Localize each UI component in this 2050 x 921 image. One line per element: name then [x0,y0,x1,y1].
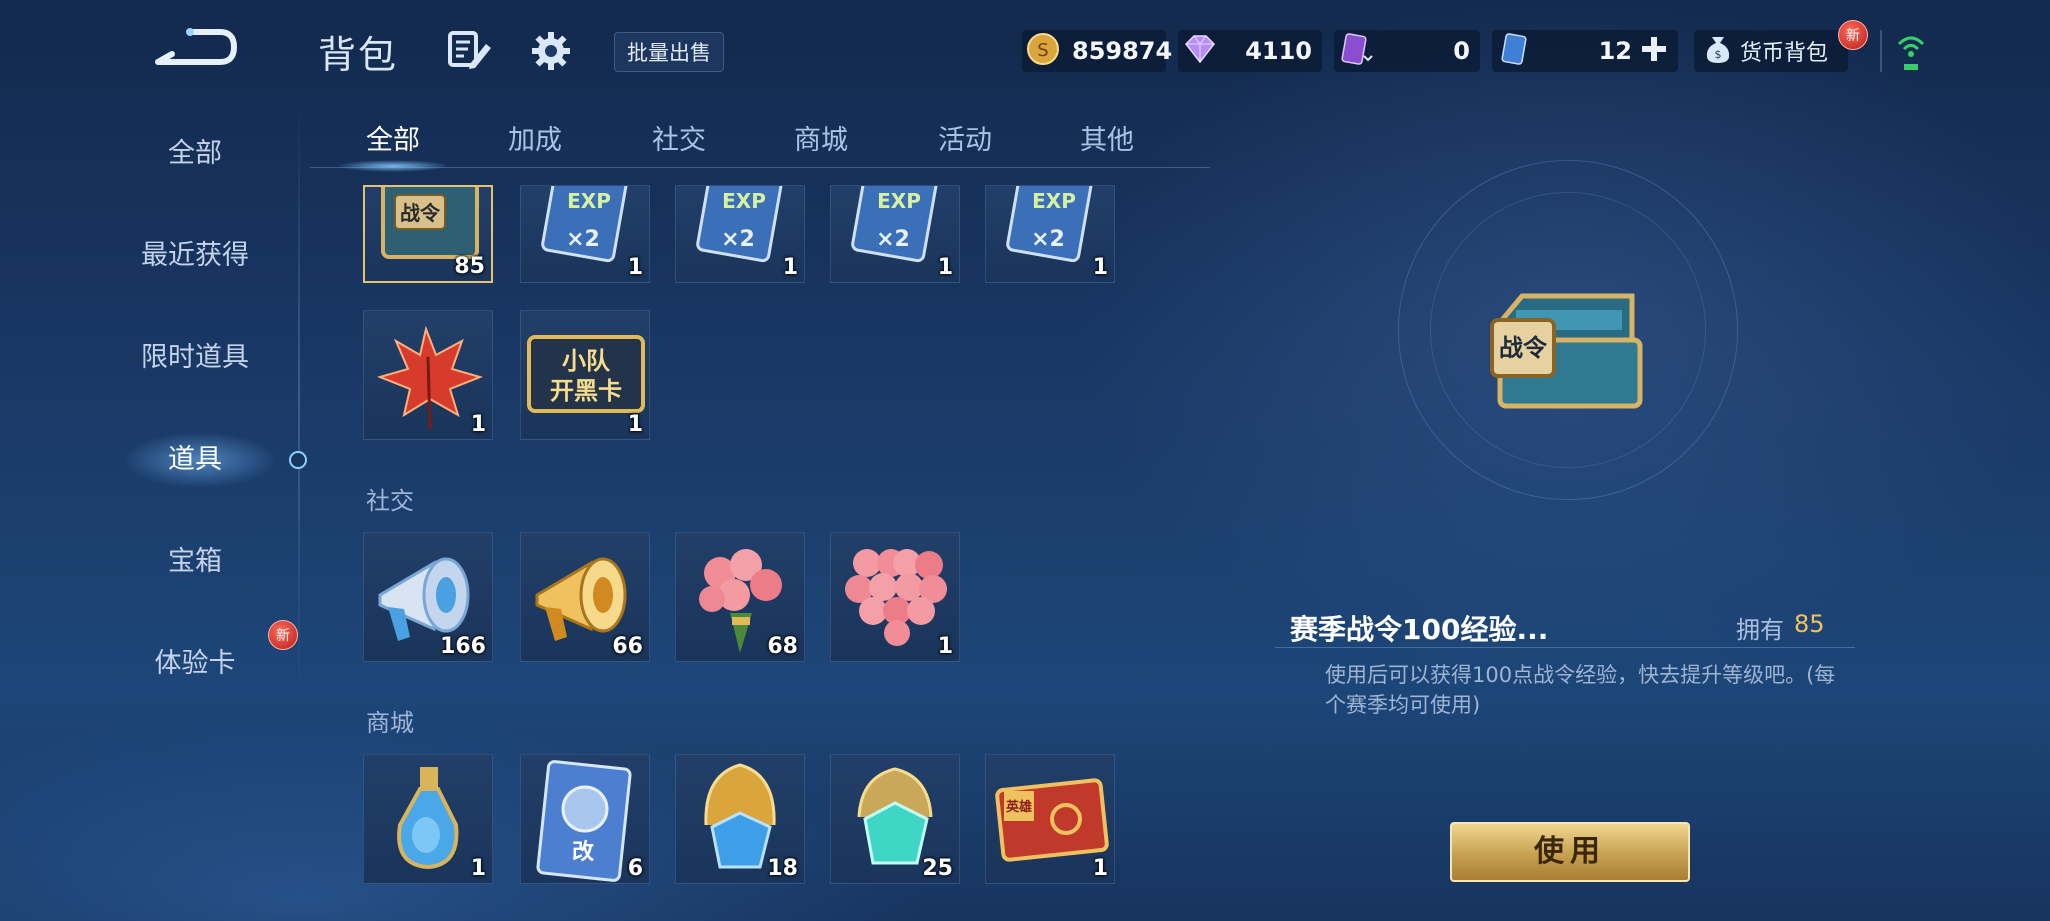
blue-card-balance: 12 [1492,30,1678,72]
wallet-new-badge: 新 [1838,20,1868,50]
purple-card-balance: 0 [1334,30,1480,72]
svg-text:英雄: 英雄 [1005,799,1032,815]
item-count: 1 [937,255,953,280]
gear-icon[interactable] [530,30,572,72]
sidebar-item-props[interactable]: 道具 [100,430,290,490]
owned-label: 拥有 [1736,616,1784,644]
sidebar-divider [298,100,300,700]
item-count: 1 [470,856,486,881]
svg-text:S: S [1037,40,1048,61]
item-slot-silver-megaphone[interactable]: 166 [363,532,493,662]
trial-cards-new-badge: 新 [268,620,298,650]
item-count: 25 [922,856,953,881]
sidebar-item-all[interactable]: 全部 [100,124,290,184]
item-slot-exp-card-3[interactable]: EXP ×2 1 [830,185,960,283]
section-label-shop: 商城 [366,709,414,737]
item-count: 1 [470,412,486,437]
svg-text:EXP: EXP [1032,189,1076,213]
item-count: 68 [767,634,798,659]
edit-list-icon[interactable] [448,30,492,70]
item-count: 1 [1092,255,1108,280]
item-slot-rose-bouquet[interactable]: 68 [675,532,805,662]
wifi-signal-icon [1896,30,1926,74]
gold-coin-value: 859874 [1072,37,1173,65]
sidebar-item-chests[interactable]: 宝箱 [100,532,290,592]
currency-wallet-button[interactable]: $ 货币背包 [1694,30,1848,72]
item-slot-rename-card[interactable]: 改 6 [520,754,650,884]
svg-text:改: 改 [572,839,595,865]
back-arrow-icon[interactable] [150,24,240,70]
item-count: 1 [627,255,643,280]
sidebar-item-trial-cards[interactable]: 体验卡 [100,634,290,694]
selected-item-description: 使用后可以获得100点战令经验，快去提升等级吧。(每个赛季均可使用) [1325,663,1836,717]
item-slot-heart-bouquet[interactable]: 1 [830,532,960,662]
tab-other[interactable]: 其他 [1064,118,1150,164]
item-slot-exp-card-4[interactable]: EXP ×2 1 [985,185,1115,283]
item-count: 6 [627,856,643,881]
section-label-social: 社交 [366,487,414,515]
sidebar-selected-dot-icon [289,451,307,469]
currency-wallet-label: 货币背包 [1740,41,1829,66]
svg-text:×2: ×2 [876,227,910,252]
svg-text:×2: ×2 [721,227,755,252]
item-count: 66 [612,634,643,659]
purple-card-value: 0 [1453,37,1470,65]
sidebar-item-limited[interactable]: 限时道具 [100,328,290,388]
top-bar-divider [1880,30,1882,72]
diamond-icon [1182,34,1218,68]
svg-text:战令: 战令 [400,201,441,225]
item-slot-exp-card-1[interactable]: EXP ×2 1 [520,185,650,283]
svg-text:×2: ×2 [1031,227,1065,252]
item-slot-gold-crystal[interactable]: 18 [675,754,805,884]
money-bag-icon: $ [1702,33,1734,69]
tab-boost[interactable]: 加成 [492,118,578,164]
svg-text:开黑卡: 开黑卡 [550,377,622,405]
item-slot-exp-card-2[interactable]: EXP ×2 1 [675,185,805,283]
gold-coin-balance: S 859874 [1022,30,1172,72]
svg-text:$: $ [1715,48,1722,61]
bulk-sell-button[interactable]: 批量出售 [614,32,724,72]
item-slot-battle-pass-chest[interactable]: 战令 85 [363,185,493,283]
item-count: 166 [440,634,486,659]
diamond-balance: 4110 [1178,30,1322,72]
item-slot-teal-crystal[interactable]: 25 [830,754,960,884]
tab-active-indicator [318,156,468,176]
sidebar-item-recent[interactable]: 最近获得 [100,226,290,286]
battle-pass-chest-icon: 战令 [1490,293,1643,409]
item-slot-potion[interactable]: 1 [363,754,493,884]
svg-text:小队: 小队 [562,347,611,375]
item-slot-maple-leaf[interactable]: 1 [363,310,493,440]
svg-text:EXP: EXP [722,189,766,213]
selected-item-preview: 战令 [1482,280,1652,430]
tab-shop[interactable]: 商城 [778,118,864,164]
blue-card-value: 12 [1598,37,1632,65]
detail-divider [1275,647,1855,648]
svg-text:战令: 战令 [1499,334,1548,362]
item-count: 1 [782,255,798,280]
item-slot-gold-megaphone[interactable]: 66 [520,532,650,662]
svg-text:EXP: EXP [877,189,921,213]
svg-text:×2: ×2 [566,227,600,252]
item-slot-squad-card[interactable]: 小队 开黑卡 1 [520,310,650,440]
owned-count: 85 [1794,610,1825,638]
item-slot-hero-card[interactable]: 英雄 1 [985,754,1115,884]
use-item-button[interactable]: 使用 [1450,822,1690,882]
item-count: 18 [767,856,798,881]
item-count: 1 [937,634,953,659]
svg-text:EXP: EXP [567,189,611,213]
blue-card-icon [1498,32,1532,70]
diamond-value: 4110 [1245,37,1312,65]
selected-item-name: 赛季战令100经验... [1290,613,1549,646]
purple-card-icon [1340,32,1374,70]
item-count: 1 [1092,856,1108,881]
tab-social[interactable]: 社交 [636,118,722,164]
page-title: 背包 [318,33,399,77]
item-count: 1 [627,412,643,437]
gold-coin-icon: S [1026,32,1060,70]
tab-events[interactable]: 活动 [922,118,1008,164]
item-count: 85 [454,254,485,279]
plus-icon[interactable] [1640,35,1668,67]
